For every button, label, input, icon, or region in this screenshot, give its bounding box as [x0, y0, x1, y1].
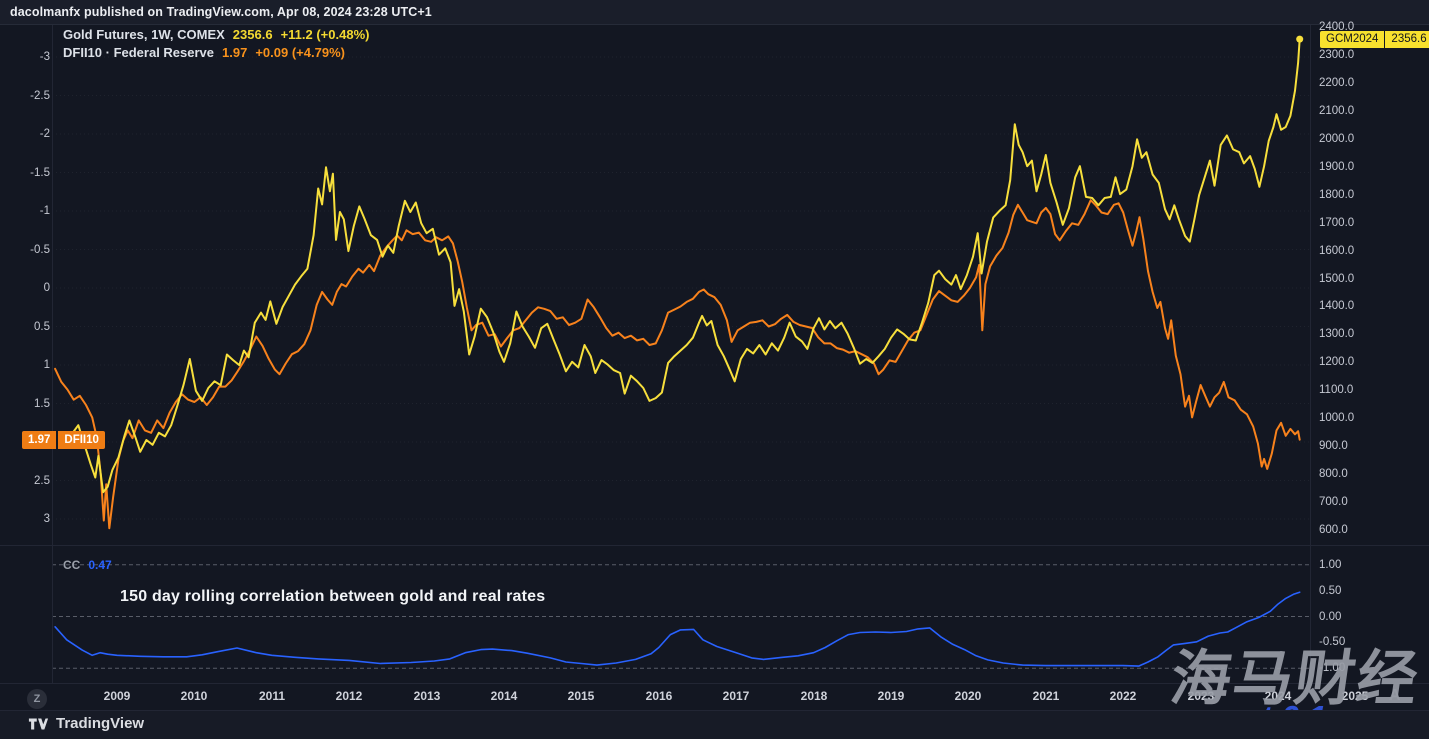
left-axis-tick: 0: [0, 282, 50, 294]
left-axis-tick: -2.5: [0, 90, 50, 102]
tradingview-brand-label: TradingView: [56, 715, 144, 732]
price-axis-tick: 700.0: [1319, 496, 1348, 508]
gold-series-line: [55, 39, 1300, 492]
gold-last-value: 2356.6: [233, 27, 273, 42]
time-axis-tick: 2010: [181, 690, 208, 702]
panel-separator[interactable]: [0, 545, 1429, 546]
left-axis-tick: 3: [0, 513, 50, 525]
rates-price-axis-label[interactable]: 1.97DFII10: [22, 431, 105, 449]
cc-axis-tick: 1.00: [1319, 559, 1341, 571]
price-axis-tick: 1100.0: [1319, 384, 1353, 396]
price-axis-tick: 800.0: [1319, 468, 1348, 480]
legend-rates-row[interactable]: DFII10 · Federal Reserve 1.97 +0.09 (+4.…: [63, 45, 345, 60]
gold-series-title: Gold Futures, 1W, COMEX: [63, 27, 225, 42]
time-axis-tick: 2018: [801, 690, 828, 702]
price-axis-tick: 600.0: [1319, 524, 1348, 536]
footer-bar: [0, 710, 1429, 739]
publish-title: dacolmanfx published on TradingView.com,…: [10, 5, 432, 19]
chart-annotation-text: 150 day rolling correlation between gold…: [120, 588, 545, 606]
left-axis-tick: -2: [0, 128, 50, 140]
gold-price-axis-label[interactable]: GCM20242356.6: [1320, 31, 1429, 48]
gold-change: +11.2 (+0.48%): [281, 27, 370, 42]
time-axis-tick: 2016: [646, 690, 673, 702]
left-axis-tick: -1: [0, 205, 50, 217]
price-axis-tick: 1600.0: [1319, 245, 1354, 257]
timezone-button[interactable]: Z: [27, 689, 47, 709]
cc-indicator-value: 0.47: [88, 558, 111, 572]
left-axis-tick: -3: [0, 51, 50, 63]
time-axis-tick: 2015: [568, 690, 595, 702]
dfii10-series-line: [55, 200, 1300, 528]
left-axis-tick: 1: [0, 359, 50, 371]
right-scale-border: [1310, 25, 1311, 683]
price-axis-tick: 1000.0: [1319, 412, 1354, 424]
cc-axis-tick: 0.50: [1319, 585, 1341, 597]
time-axis-tick: 2013: [414, 690, 441, 702]
rates-change: +0.09 (+4.79%): [255, 45, 345, 60]
left-axis-tick: -1.5: [0, 167, 50, 179]
time-axis-tick: 2009: [104, 690, 131, 702]
price-axis-tick: 1500.0: [1319, 273, 1354, 285]
price-axis-tick: 900.0: [1319, 440, 1348, 452]
time-axis-tick: 2014: [491, 690, 518, 702]
left-axis-tick: -0.5: [0, 244, 50, 256]
tradingview-published-chart: dacolmanfx published on TradingView.com,…: [0, 0, 1429, 739]
cc-axis-tick: 0.00: [1319, 611, 1341, 623]
publish-header: dacolmanfx published on TradingView.com,…: [0, 0, 1429, 25]
time-axis-tick: 2012: [336, 690, 363, 702]
price-axis-tick: 2100.0: [1319, 105, 1354, 117]
rates-last-value: 1.97: [222, 45, 247, 60]
price-axis-tick: 1200.0: [1319, 356, 1354, 368]
price-axis-tick: 1300.0: [1319, 328, 1354, 340]
left-axis-tick: 0.5: [0, 321, 50, 333]
legend-gold-row[interactable]: Gold Futures, 1W, COMEX 2356.6 +11.2 (+0…: [63, 27, 369, 42]
tradingview-logo-icon: [28, 716, 49, 732]
gold-contract-symbol: GCM2024: [1320, 31, 1384, 48]
rates-symbol: DFII10: [58, 431, 105, 449]
time-axis-tick: 2019: [878, 690, 905, 702]
rates-series-title: DFII10 · Federal Reserve: [63, 45, 214, 60]
left-scale-border: [52, 25, 53, 683]
left-axis-tick: 2.5: [0, 475, 50, 487]
cc-indicator-row[interactable]: CC 0.47: [63, 558, 112, 572]
price-axis-tick: 1400.0: [1319, 300, 1354, 312]
price-axis-tick: 1700.0: [1319, 217, 1354, 229]
time-axis-tick: 2017: [723, 690, 750, 702]
time-axis-tick: 2011: [259, 690, 285, 702]
cc-indicator-title: CC: [63, 558, 80, 572]
left-axis-tick: 1.5: [0, 398, 50, 410]
time-axis-tick: 2022: [1110, 690, 1137, 702]
price-axis-tick: 2300.0: [1319, 49, 1354, 61]
gold-price-value: 2356.6: [1385, 31, 1429, 48]
rates-price-value: 1.97: [22, 431, 56, 449]
time-axis-tick: 2020: [955, 690, 982, 702]
chart-canvas[interactable]: [0, 0, 1429, 739]
price-axis-tick: 2200.0: [1319, 77, 1354, 89]
tradingview-brand[interactable]: TradingView: [28, 715, 144, 732]
price-axis-tick: 1800.0: [1319, 189, 1354, 201]
gold-last-point-marker: [1296, 36, 1303, 43]
price-axis-tick: 1900.0: [1319, 161, 1354, 173]
price-axis-tick: 2000.0: [1319, 133, 1354, 145]
time-axis-tick: 2021: [1033, 690, 1060, 702]
